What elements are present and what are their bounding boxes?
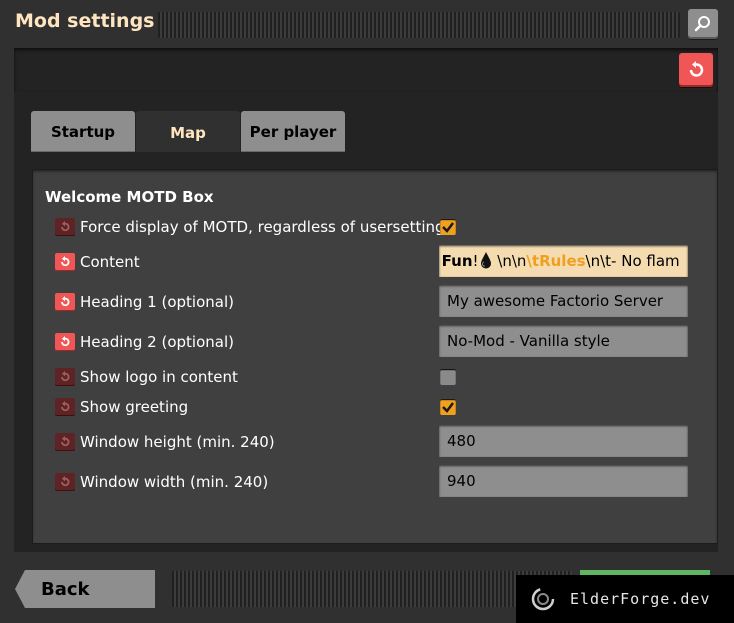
reset-icon <box>689 61 704 77</box>
oil-drop-icon <box>480 252 491 269</box>
reset-setting-button[interactable] <box>55 368 75 386</box>
reset-setting-button[interactable] <box>55 398 75 416</box>
reset-icon <box>61 436 70 447</box>
content-part: Fun <box>441 252 473 270</box>
top-toolbar <box>14 48 718 92</box>
search-icon <box>694 16 710 32</box>
check-icon <box>442 402 454 413</box>
footer-drag-handle[interactable] <box>172 571 572 607</box>
tab-label: Per player <box>249 123 337 141</box>
setting-label: Window height (min. 240) <box>80 433 275 451</box>
setting-label: Heading 2 (optional) <box>80 333 234 351</box>
setting-label: Force display of MOTD, regardless of use… <box>80 218 445 236</box>
show-logo-checkbox[interactable] <box>440 369 456 385</box>
reset-setting-button[interactable] <box>55 433 75 451</box>
heading-1-input[interactable]: My awesome Factorio Server <box>439 285 688 317</box>
watermark-text: ElderForge.dev <box>570 590 711 608</box>
tab-label: Map <box>170 124 206 142</box>
content-part: \tRules <box>526 252 586 270</box>
setting-label: Window width (min. 240) <box>80 473 269 491</box>
back-button[interactable]: Back <box>15 570 155 608</box>
reset-setting-button[interactable] <box>55 293 75 311</box>
reset-icon <box>61 401 70 412</box>
reset-all-button[interactable] <box>679 53 713 87</box>
reset-setting-button[interactable] <box>55 253 75 271</box>
content-part: \n\t- No flam <box>585 252 680 270</box>
elderforge-logo-icon <box>531 587 555 611</box>
reset-icon <box>61 256 70 267</box>
setting-label: Show logo in content <box>80 368 238 386</box>
reset-icon <box>61 476 70 487</box>
content-value: t Fun! \n\n\tRules\n\t- No flam <box>439 245 680 277</box>
content-part: \n\n <box>492 252 527 270</box>
tab-startup[interactable]: Startup <box>31 111 135 153</box>
reset-setting-button[interactable] <box>55 473 75 491</box>
check-icon <box>442 222 454 233</box>
reset-setting-button[interactable] <box>55 218 75 236</box>
reset-icon <box>61 221 70 232</box>
force-display-checkbox[interactable] <box>440 219 456 235</box>
window-height-input[interactable]: 480 <box>439 425 688 457</box>
setting-label: Show greeting <box>80 398 189 416</box>
reset-icon <box>61 336 70 347</box>
title-drag-handle[interactable] <box>158 12 680 38</box>
window-title: Mod settings <box>15 10 155 32</box>
reset-icon <box>61 296 70 307</box>
setting-label: Content <box>80 253 140 271</box>
content-input[interactable]: t Fun! \n\n\tRules\n\t- No flam <box>439 245 688 277</box>
section-title: Welcome MOTD Box <box>45 188 214 206</box>
search-button[interactable] <box>688 9 718 39</box>
tab-label: Startup <box>50 123 116 141</box>
reset-icon <box>61 371 70 382</box>
setting-label: Heading 1 (optional) <box>80 293 234 311</box>
heading-2-input[interactable]: No-Mod - Vanilla style <box>439 325 688 357</box>
show-greeting-checkbox[interactable] <box>440 399 456 415</box>
tab-map[interactable]: Map <box>136 111 240 155</box>
reset-setting-button[interactable] <box>55 333 75 351</box>
watermark: ElderForge.dev <box>516 575 734 623</box>
window-width-input[interactable]: 940 <box>439 465 688 497</box>
tab-per-player[interactable]: Per player <box>241 111 345 153</box>
